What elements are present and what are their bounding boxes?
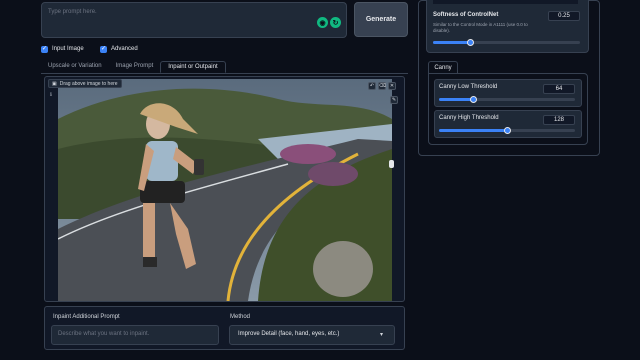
canny-high-label: Canny High Threshold xyxy=(439,115,499,121)
chevron-down-icon[interactable]: ▾ xyxy=(380,331,383,338)
drag-hint: ▣ Drag above image to here xyxy=(48,79,122,88)
input-image-checkbox[interactable]: ✓ Input Image xyxy=(41,44,84,54)
scrolled-control xyxy=(433,0,578,4)
softness-label: Softness of ControlNet xyxy=(433,12,499,18)
advanced-label: Advanced xyxy=(111,46,138,52)
prompt-tools: ◉ ↻ xyxy=(317,17,341,29)
input-tabs: Upscale or Variation Image Prompt Inpain… xyxy=(41,61,408,74)
canny-high-slider[interactable] xyxy=(439,127,575,134)
canny-high-value-input[interactable]: 128 xyxy=(543,115,575,125)
slider-fill xyxy=(439,129,507,132)
tab-upscale-variation[interactable]: Upscale or Variation xyxy=(41,61,109,73)
method-label: Method xyxy=(230,314,251,320)
method-select[interactable]: Improve Detail (face, hand, eyes, etc.) xyxy=(229,325,395,345)
drag-hint-text: Drag above image to here xyxy=(59,80,118,87)
inpaint-prompt-label: Inpaint Additional Prompt xyxy=(53,314,120,320)
canny-low-label: Canny Low Threshold xyxy=(439,84,498,90)
check-icon[interactable]: ✓ xyxy=(41,45,48,53)
slider-thumb[interactable] xyxy=(466,39,474,46)
image-toolbar: ↶ ⌫ ✕ xyxy=(368,82,396,91)
slider-fill xyxy=(433,41,470,44)
pencil-icon[interactable]: ✎ xyxy=(390,96,398,104)
canny-low-slider[interactable] xyxy=(439,96,575,103)
input-image-label: Input Image xyxy=(52,46,84,52)
softness-slider[interactable] xyxy=(433,39,580,46)
undo-icon[interactable]: ↶ xyxy=(368,82,376,90)
inpaint-prompt-input[interactable]: Describe what you want to inpaint. xyxy=(51,325,219,345)
slider-fill xyxy=(439,98,473,101)
prompt-input[interactable]: Type prompt here. xyxy=(41,2,347,38)
tab-image-prompt[interactable]: Image Prompt xyxy=(109,61,161,73)
slider-thumb[interactable] xyxy=(470,96,477,103)
image-resize-handle[interactable] xyxy=(389,160,394,168)
canny-low-value-input[interactable]: 64 xyxy=(543,84,575,94)
softness-description: Similar to the Control Mode in A1111 (us… xyxy=(433,22,528,33)
close-icon[interactable]: ✕ xyxy=(388,82,396,90)
refresh-icon[interactable]: ↻ xyxy=(330,17,341,28)
settings-icon[interactable]: ◉ xyxy=(317,17,328,28)
image-icon: ▣ xyxy=(52,80,57,87)
inpaint-image[interactable] xyxy=(58,79,392,301)
slider-thumb[interactable] xyxy=(504,127,511,134)
clear-icon[interactable]: ⌫ xyxy=(378,82,386,90)
tab-inpaint-outpaint[interactable]: Inpaint or Outpaint xyxy=(160,61,226,73)
generate-button[interactable]: Generate xyxy=(354,2,408,37)
info-icon: ℹ xyxy=(50,92,52,98)
check-icon[interactable]: ✓ xyxy=(100,45,107,53)
softness-value-input[interactable]: 0.25 xyxy=(548,11,580,21)
advanced-checkbox[interactable]: ✓ Advanced xyxy=(100,44,138,54)
runner-photo xyxy=(58,79,392,301)
